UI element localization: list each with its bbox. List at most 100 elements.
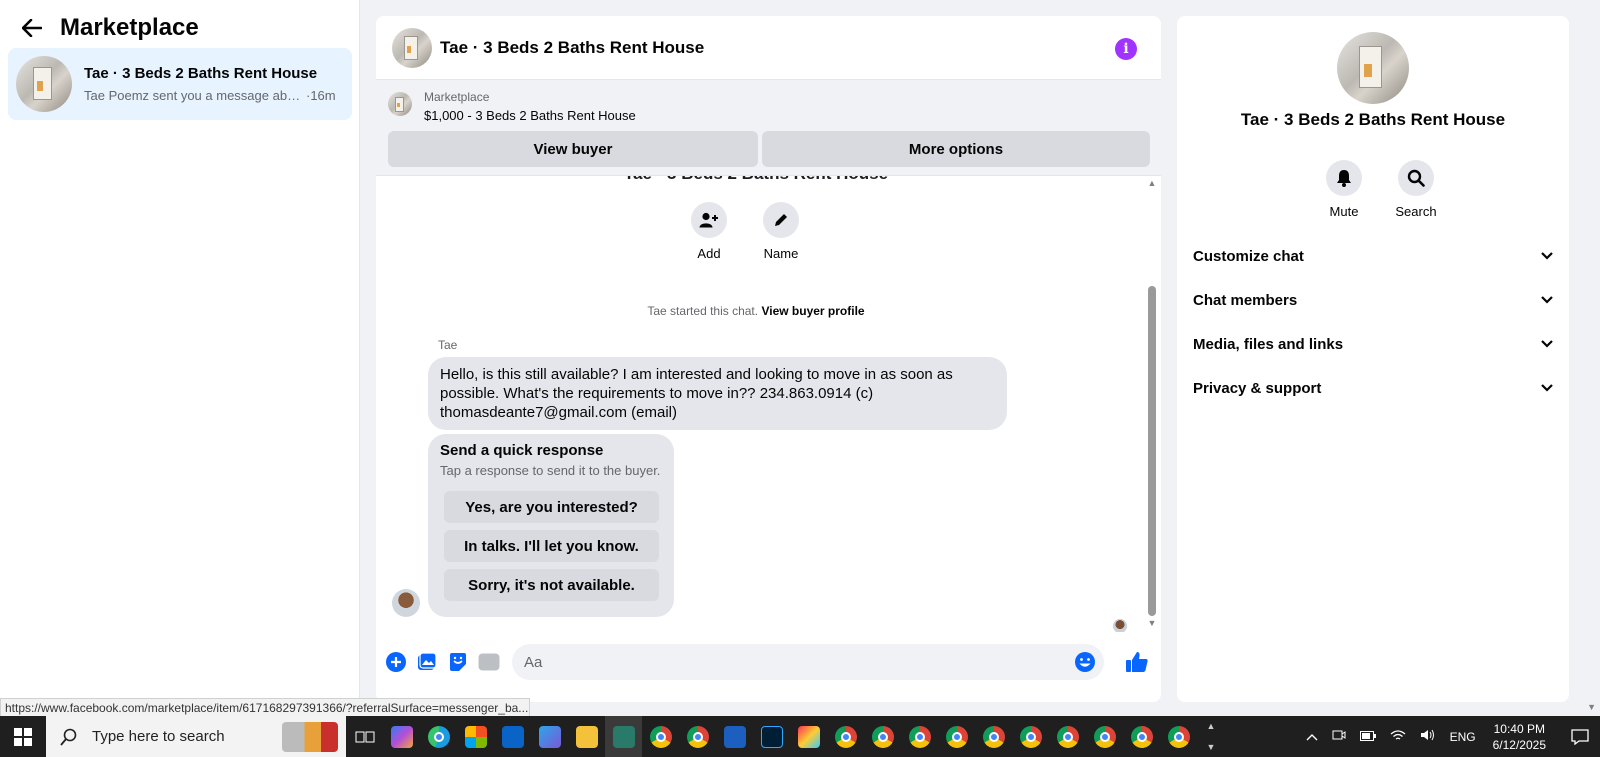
emoji-icon[interactable] [1074,651,1096,673]
thumbs-up-icon[interactable] [1125,650,1149,674]
chrome-icon[interactable] [642,716,679,757]
chrome-icon[interactable] [864,716,901,757]
chevron-down-icon [1541,296,1553,304]
copilot-icon[interactable] [383,716,420,757]
m365-icon[interactable] [531,716,568,757]
taskbar-search-icon [60,728,77,746]
conversation-time: ·16m [306,88,336,103]
quick-response-not-available[interactable]: Sorry, it's not available. [444,569,659,601]
details-avatar[interactable] [1337,32,1409,104]
conversation-sidebar: Marketplace Tae · 3 Beds 2 Baths Rent Ho… [0,0,360,716]
taskbar-search[interactable]: Type here to search [46,716,346,757]
pencil-icon[interactable] [763,202,799,238]
add-label: Add [697,246,721,261]
outlook-icon[interactable] [494,716,531,757]
chrome-icon[interactable] [1012,716,1049,757]
search-highlight-icon [282,722,338,752]
scroll-up-icon[interactable]: ▲ [1147,178,1157,188]
view-buyer-profile-link[interactable]: View buyer profile [761,304,864,318]
section-label: Media, files and links [1193,335,1344,353]
quick-response-yes[interactable]: Yes, are you interested? [444,491,659,523]
sender-avatar[interactable] [392,589,420,617]
listing-thumbnail-small[interactable] [388,92,412,116]
read-receipt-avatar [1113,619,1127,632]
taskbar-scroll[interactable]: ▲ ▼ [1204,716,1218,757]
scrollbar-thumb[interactable] [1148,286,1156,616]
gif-icon[interactable] [478,651,500,673]
chat-title[interactable]: Tae · 3 Beds 2 Baths Rent House [440,38,704,58]
chrome-icon[interactable] [975,716,1012,757]
section-label: Privacy & support [1193,379,1322,397]
message-line: Hello, is this still available? I am int… [440,366,953,383]
chrome-icon[interactable] [1086,716,1123,757]
quick-response-card: Send a quick response Tap a response to … [428,434,674,617]
quick-response-in-talks[interactable]: In talks. I'll let you know. [444,530,659,562]
search-action[interactable]: Search [1386,160,1446,219]
camera-icon[interactable] [1332,729,1346,744]
section-media-files-links[interactable]: Media, files and links [1193,326,1553,362]
search-icon[interactable] [1398,160,1434,196]
name-action[interactable]: Name [751,202,811,261]
app-icon[interactable] [605,716,642,757]
message-input[interactable]: Aa [512,644,1104,680]
clock[interactable]: 10:40 PM 6/12/2025 [1493,721,1546,753]
windows-start-icon[interactable] [0,716,46,757]
more-options-button[interactable]: More options [762,131,1150,167]
sender-name: Tae [438,338,458,352]
language-indicator[interactable]: ENG [1450,730,1476,744]
paint-icon[interactable] [790,716,827,757]
section-customize-chat[interactable]: Customize chat [1193,238,1553,274]
message-line: possible. What's the requirements to mov… [440,385,874,402]
battery-icon[interactable] [1359,730,1376,744]
mute-action[interactable]: Mute [1314,160,1374,219]
edge-icon[interactable] [420,716,457,757]
chrome-icon[interactable] [1123,716,1160,757]
chrome-icon[interactable] [679,716,716,757]
conversation-item[interactable]: Tae · 3 Beds 2 Baths Rent House Tae Poem… [8,48,352,120]
chrome-icon[interactable] [827,716,864,757]
conversation-title: Tae · 3 Beds 2 Baths Rent House [84,65,318,82]
scroll-down-icon[interactable]: ▼ [1147,618,1157,628]
task-view-icon[interactable] [346,716,383,757]
info-icon[interactable]: i [1115,38,1137,60]
chrome-icon[interactable] [1049,716,1086,757]
search-label: Search [1395,204,1437,219]
wifi-icon[interactable] [1390,729,1406,744]
view-buyer-button[interactable]: View buyer [388,131,758,167]
listing-label: Marketplace [424,90,490,104]
news-icon[interactable] [716,716,753,757]
tray-overflow-icon[interactable] [1306,730,1318,744]
add-person-icon[interactable] [691,202,727,238]
section-chat-members[interactable]: Chat members [1193,282,1553,318]
chat-avatar[interactable] [392,27,432,68]
add-action[interactable]: Add [679,202,739,261]
listing-price[interactable]: $1,000 - 3 Beds 2 Baths Rent House [424,108,636,123]
started-text: Tae started this chat. [647,304,759,318]
file-explorer-icon[interactable] [568,716,605,757]
message-list: Tae · 3 Beds 2 Baths Rent House Add Name… [376,176,1161,632]
quick-response-subtitle: Tap a response to send it to the buyer. [440,463,661,478]
status-bar-url: https://www.facebook.com/marketplace/ite… [0,698,530,718]
message-input-placeholder: Aa [524,653,543,671]
mute-label: Mute [1329,204,1359,219]
notification-icon[interactable] [1560,728,1600,745]
sidebar-title: Marketplace [60,14,199,41]
back-arrow-icon[interactable] [20,16,44,40]
taskbar-search-placeholder: Type here to search [92,728,225,745]
sticker-icon[interactable] [447,651,469,673]
chrome-icon[interactable] [938,716,975,757]
page-scroll-down-icon[interactable]: ▼ [1587,702,1596,712]
plus-icon[interactable] [385,651,407,673]
section-privacy-support[interactable]: Privacy & support [1193,370,1553,406]
chat-scrollbar[interactable]: ▲ ▼ [1147,176,1157,632]
store-icon[interactable] [457,716,494,757]
bell-icon[interactable] [1326,160,1362,196]
volume-icon[interactable] [1420,729,1436,744]
chat-started-notice: Tae started this chat. View buyer profil… [376,304,1136,318]
photoshop-icon[interactable] [753,716,790,757]
photo-icon[interactable] [416,651,438,673]
chevron-down-icon [1541,384,1553,392]
chrome-icon[interactable] [901,716,938,757]
chrome-icon[interactable] [1160,716,1197,757]
chevron-down-icon [1541,340,1553,348]
